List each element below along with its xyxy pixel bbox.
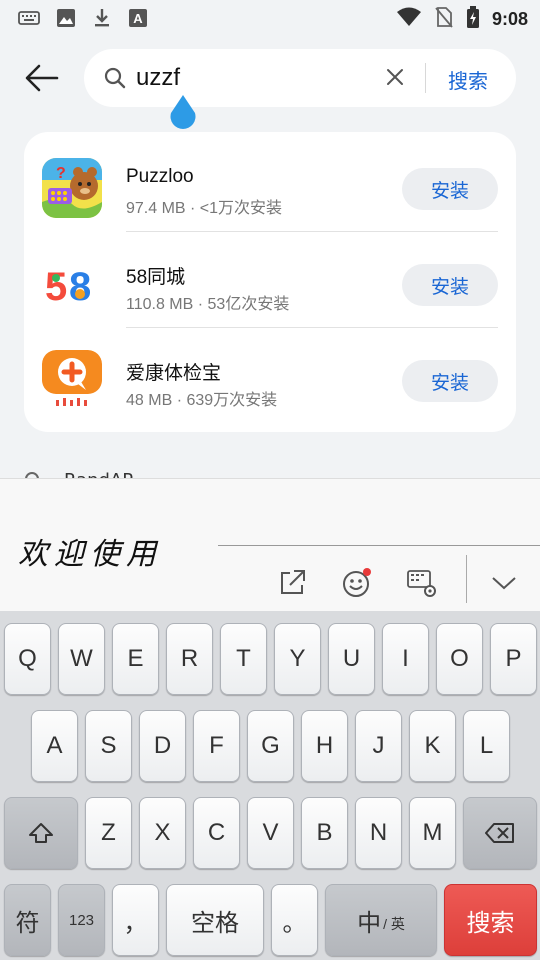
key-s[interactable]: S (85, 710, 132, 782)
collapse-icon[interactable] (488, 567, 520, 599)
search-button[interactable]: 搜索 (448, 65, 488, 94)
key-z[interactable]: Z (85, 797, 132, 869)
install-button[interactable]: 安装 (402, 168, 498, 210)
svg-text:5: 5 (45, 265, 67, 309)
install-button[interactable]: 安装 (402, 360, 498, 402)
language-main-label: 中 (357, 909, 382, 937)
emoji-icon[interactable] (340, 567, 372, 599)
key-p[interactable]: P (490, 623, 537, 695)
soft-keyboard: Q W E R T Y U I O P A S D F G H J K L Z … (0, 611, 540, 960)
keyboard-icon (18, 10, 40, 30)
key-e[interactable]: E (112, 623, 159, 695)
key-i[interactable]: I (382, 623, 429, 695)
back-button[interactable] (22, 60, 62, 96)
shift-icon (29, 823, 53, 843)
app-meta: 48 MB · 639万次安装 (126, 392, 278, 409)
key-t[interactable]: T (220, 623, 267, 695)
ime-toolbar: 欢迎使用 (0, 478, 540, 613)
ime-divider-line (218, 545, 540, 546)
battery-icon (466, 6, 480, 32)
number-key[interactable]: 123 (58, 884, 105, 956)
app-name: 爱康体检宝 (126, 363, 222, 384)
svg-text:8: 8 (69, 265, 91, 309)
space-key[interactable]: 空格 (166, 884, 264, 956)
clear-icon[interactable] (384, 66, 406, 92)
key-w[interactable]: W (58, 623, 105, 695)
backspace-icon (485, 823, 514, 843)
key-x[interactable]: X (139, 797, 186, 869)
58-app-icon: 5 8 (42, 254, 102, 314)
toolbar-divider (466, 555, 467, 603)
key-o[interactable]: O (436, 623, 483, 695)
key-q[interactable]: Q (4, 623, 51, 695)
results-card: ? Puzzloo 97.4 MB · <1万次安装 安装 5 8 58同城 1… (24, 132, 516, 432)
download-icon (92, 7, 112, 33)
app-name: 58同城 (126, 267, 186, 288)
keyboard-settings-icon[interactable] (406, 567, 438, 599)
key-r[interactable]: R (166, 623, 213, 695)
list-item[interactable]: 爱康体检宝 48 MB · 639万次安装 安装 (24, 328, 516, 424)
key-v[interactable]: V (247, 797, 294, 869)
key-c[interactable]: C (193, 797, 240, 869)
key-m[interactable]: M (409, 797, 456, 869)
svg-text:?: ? (56, 165, 66, 182)
image-icon (56, 8, 76, 32)
key-k[interactable]: K (409, 710, 456, 782)
status-time: 9:08 (491, 8, 528, 29)
key-g[interactable]: G (247, 710, 294, 782)
text-cursor-handle[interactable] (168, 95, 198, 131)
install-button[interactable]: 安装 (402, 264, 498, 306)
key-a[interactable]: A (31, 710, 78, 782)
key-f[interactable]: F (193, 710, 240, 782)
font-icon: A (128, 8, 148, 32)
search-enter-key[interactable]: 搜索 (444, 884, 537, 956)
no-sim-icon (434, 6, 454, 32)
key-n[interactable]: N (355, 797, 402, 869)
wifi-icon (396, 7, 422, 31)
puzzloo-app-icon: ? (42, 158, 102, 218)
backspace-key[interactable] (463, 797, 537, 869)
shift-key[interactable] (4, 797, 78, 869)
key-d[interactable]: D (139, 710, 186, 782)
key-b[interactable]: B (301, 797, 348, 869)
period-key[interactable]: 。 (271, 884, 318, 956)
list-item[interactable]: 5 8 58同城 110.8 MB · 53亿次安装 安装 (24, 232, 516, 328)
back-arrow-icon (25, 64, 59, 92)
aikang-app-icon (42, 350, 102, 410)
search-icon (104, 67, 126, 93)
language-switch-key[interactable]: 中 / 英 (325, 884, 437, 956)
app-meta: 97.4 MB · <1万次安装 (126, 200, 283, 217)
key-y[interactable]: Y (274, 623, 321, 695)
list-item[interactable]: ? Puzzloo 97.4 MB · <1万次安装 安装 (24, 136, 516, 232)
search-divider (425, 63, 426, 93)
key-u[interactable]: U (328, 623, 375, 695)
key-h[interactable]: H (301, 710, 348, 782)
ime-brand-text: 欢迎使用 (18, 537, 162, 572)
key-j[interactable]: J (355, 710, 402, 782)
key-l[interactable]: L (463, 710, 510, 782)
share-icon[interactable] (276, 567, 308, 599)
status-bar: A 9:08 (0, 0, 540, 36)
search-bar: 搜索 (84, 49, 516, 107)
language-sub-label: / 英 (383, 916, 405, 932)
symbol-key[interactable]: 符 (4, 884, 51, 956)
comma-key[interactable]: ， (112, 884, 159, 956)
svg-text:A: A (133, 11, 143, 26)
app-meta: 110.8 MB · 53亿次安装 (126, 296, 290, 313)
app-name: Puzzloo (126, 166, 194, 187)
search-input[interactable] (136, 59, 366, 97)
